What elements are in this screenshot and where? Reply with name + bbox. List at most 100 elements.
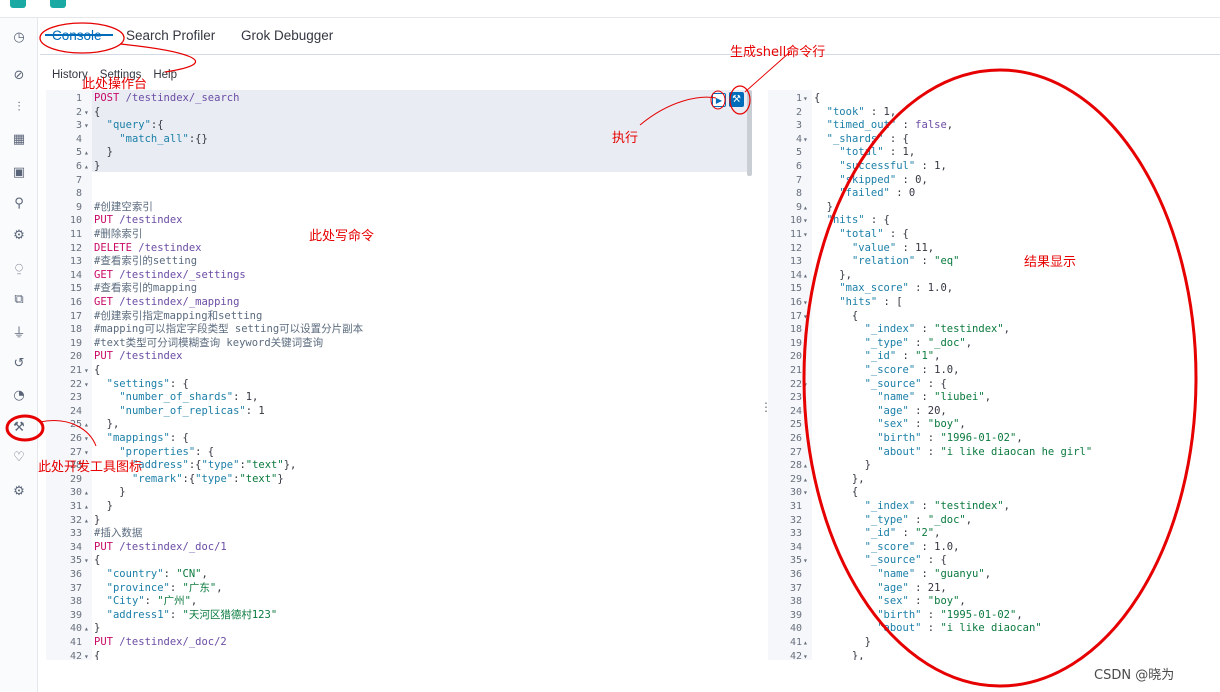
code-token: /testindex [112, 350, 183, 363]
fold-toggle-icon[interactable]: ▴ [803, 201, 811, 215]
code-text: #创建索引指定mapping和setting [94, 310, 262, 324]
copy-as-curl-button[interactable]: ⚒ [729, 92, 744, 107]
send-request-button[interactable]: ▶ [712, 93, 726, 107]
tab-search-profiler[interactable]: Search Profiler [126, 28, 215, 43]
line-number: 18 [69, 324, 82, 336]
fold-toggle-icon[interactable]: ▾ [84, 364, 92, 378]
fold-toggle-icon[interactable]: ▴ [803, 473, 811, 487]
fold-toggle-icon[interactable]: ▾ [803, 486, 811, 500]
code-token: : 1, [864, 105, 897, 118]
code-text: "hits" : [ [814, 296, 902, 310]
ml-icon[interactable]: ⚙ [10, 226, 28, 244]
code-token: , [946, 119, 954, 132]
line-number: 19 [789, 337, 802, 349]
app-mark [50, 0, 66, 8]
code-token: , [934, 527, 941, 540]
fold-toggle-icon[interactable]: ▾ [803, 296, 811, 310]
chart-icon[interactable]: ⫶ [10, 98, 28, 116]
maps-icon[interactable]: ⚲ [10, 194, 28, 212]
code-line: 7 [46, 174, 751, 188]
code-token: : 0 [889, 187, 916, 200]
code-token: "_score" [864, 364, 916, 376]
fold-toggle-icon[interactable]: ▾ [803, 650, 811, 660]
clock-icon[interactable]: ◷ [10, 28, 28, 46]
code-token: "text" [245, 459, 284, 472]
logs-icon[interactable]: ⧉ [10, 290, 28, 308]
apm-icon[interactable]: ⏚ [10, 322, 28, 341]
fold-toggle-icon[interactable]: ▴ [84, 146, 92, 160]
fold-toggle-icon[interactable]: ▴ [84, 486, 92, 500]
dev-tools-icon[interactable]: ⚒ [10, 418, 28, 436]
help-link[interactable]: Help [153, 69, 177, 81]
monitoring-icon[interactable]: ♡ [10, 448, 28, 466]
code-line: 18 #mapping可以指定字段类型 setting可以设置分片副本 [46, 323, 751, 337]
fold-toggle-icon[interactable]: ▾ [803, 133, 811, 147]
code-token: "_source" [864, 377, 922, 390]
fold-toggle-icon[interactable]: ▾ [803, 214, 811, 228]
line-number: 38 [789, 596, 802, 608]
editor-scrollbar[interactable] [747, 90, 752, 176]
line-number: 26 [789, 433, 802, 444]
siem-icon[interactable]: ◔ [10, 386, 28, 404]
code-text: "mappings": { [94, 432, 189, 446]
code-line: 25 ▴ }, [46, 418, 751, 432]
line-number: 21 [789, 365, 802, 376]
panel-resizer[interactable] [756, 90, 766, 660]
request-editor[interactable]: 1 POST /testindex/_search 2 ▾{3 ▾ "query":{4… [46, 90, 751, 660]
fold-toggle-icon[interactable]: ▴ [803, 636, 811, 650]
code-text: "number_of_replicas": 1 [94, 405, 264, 419]
code-token: , [1016, 608, 1023, 621]
code-line: 42 ▾ }, [768, 650, 1220, 660]
fold-toggle-icon[interactable]: ▴ [84, 160, 92, 174]
code-text: #查看索引的mapping [94, 282, 197, 296]
fold-toggle-icon[interactable]: ▾ [84, 119, 92, 133]
fold-toggle-icon[interactable]: ▾ [803, 92, 811, 106]
code-token: "CN" [176, 568, 202, 580]
code-token: }, [814, 472, 865, 485]
fold-toggle-icon[interactable]: ▴ [84, 500, 92, 514]
fold-toggle-icon[interactable]: ▾ [803, 554, 811, 568]
line-number: 9 [75, 201, 82, 213]
code-token: "_type" [864, 513, 909, 526]
fold-toggle-icon[interactable]: ▴ [803, 269, 811, 283]
code-token: "hits" [839, 296, 878, 308]
code-text: "birth" : "1996-01-02", [814, 432, 1022, 446]
uptime-icon[interactable]: ↺ [10, 354, 28, 372]
code-token: : [169, 608, 183, 621]
fold-toggle-icon[interactable]: ▴ [803, 459, 811, 473]
compass-icon[interactable]: ⊘ [10, 66, 28, 84]
code-token: "skipped" [839, 173, 897, 186]
fold-toggle-icon[interactable]: ▾ [84, 554, 92, 568]
fold-toggle-icon[interactable]: ▾ [803, 310, 811, 324]
fold-toggle-icon[interactable]: ▾ [84, 432, 92, 446]
metrics-icon[interactable]: ⍜ [10, 259, 28, 277]
dashboard-icon[interactable]: ▦ [10, 130, 28, 148]
fold-toggle-icon[interactable]: ▾ [84, 650, 92, 660]
fold-toggle-icon[interactable]: ▾ [84, 378, 92, 392]
fold-toggle-icon[interactable]: ▴ [84, 418, 92, 432]
line-number: 26 [69, 433, 82, 444]
fold-toggle-icon[interactable]: ▴ [84, 514, 92, 528]
code-token: "type" [195, 472, 234, 485]
code-text: "_type" : "_doc", [814, 513, 973, 528]
code-token: }, [283, 459, 297, 472]
fold-toggle-icon[interactable]: ▾ [84, 106, 92, 120]
management-icon[interactable]: ⚙ [10, 482, 28, 500]
code-text: { [814, 92, 820, 106]
annotation-result-display: 结果显示 [1024, 255, 1077, 270]
line-number: 32 [69, 514, 82, 526]
code-text: PUT /testindex [94, 350, 183, 364]
tab-grok-debugger[interactable]: Grok Debugger [241, 28, 333, 43]
canvas-icon[interactable]: ▣ [10, 163, 28, 181]
line-number: 8 [75, 188, 82, 200]
code-line: 9 #创建空索引 [46, 201, 751, 215]
code-line: 6 ▴} [46, 160, 751, 174]
fold-toggle-icon[interactable]: ▴ [84, 622, 92, 636]
fold-toggle-icon[interactable]: ▾ [803, 228, 811, 242]
code-token: "type" [201, 459, 240, 472]
fold-toggle-icon[interactable]: ▾ [803, 378, 811, 392]
